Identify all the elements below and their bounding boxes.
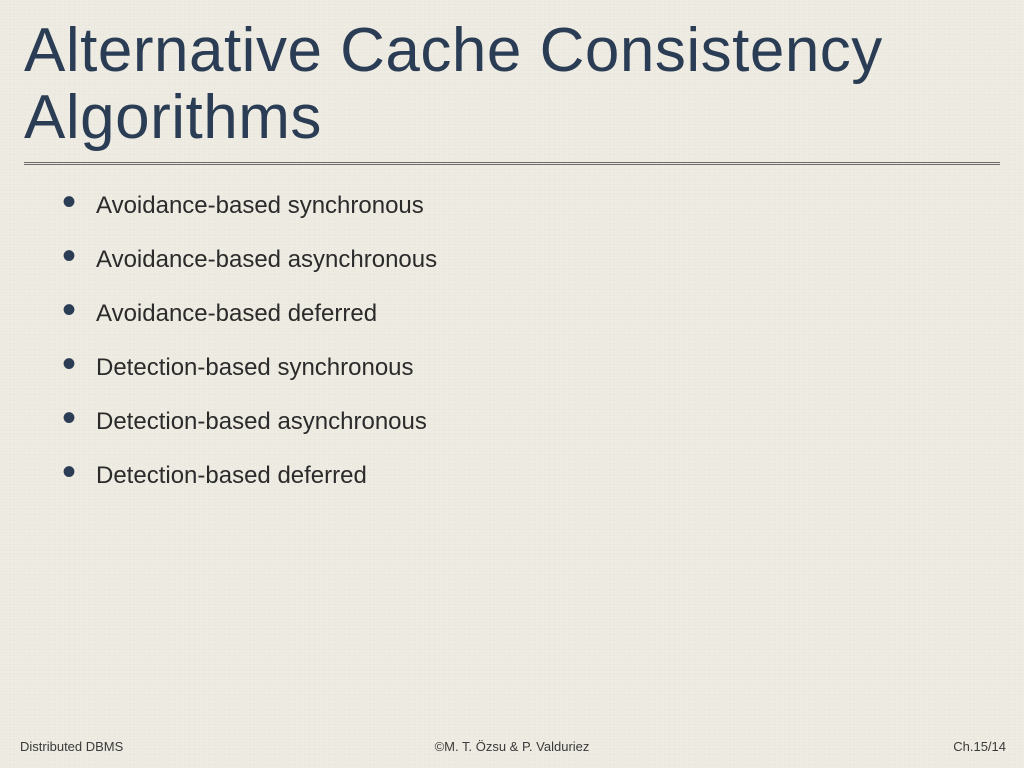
footer-left: Distributed DBMS (20, 739, 123, 754)
footer-right: Ch.15/14 (953, 739, 1006, 754)
list-item: Detection-based asynchronous (68, 407, 1000, 437)
list-item: Avoidance-based asynchronous (68, 245, 1000, 275)
list-item: Avoidance-based synchronous (68, 191, 1000, 221)
list-item: Detection-based synchronous (68, 353, 1000, 383)
title-divider (24, 162, 1000, 169)
footer-center: ©M. T. Özsu & P. Valduriez (435, 739, 590, 754)
slide: Alternative Cache Consistency Algorithms… (0, 0, 1024, 768)
slide-title: Alternative Cache Consistency Algorithms (24, 18, 1000, 152)
slide-footer: Distributed DBMS ©M. T. Özsu & P. Valdur… (0, 734, 1024, 754)
list-item: Avoidance-based deferred (68, 299, 1000, 329)
list-item: Detection-based deferred (68, 461, 1000, 491)
bullet-list: Avoidance-based synchronous Avoidance-ba… (68, 191, 1000, 491)
